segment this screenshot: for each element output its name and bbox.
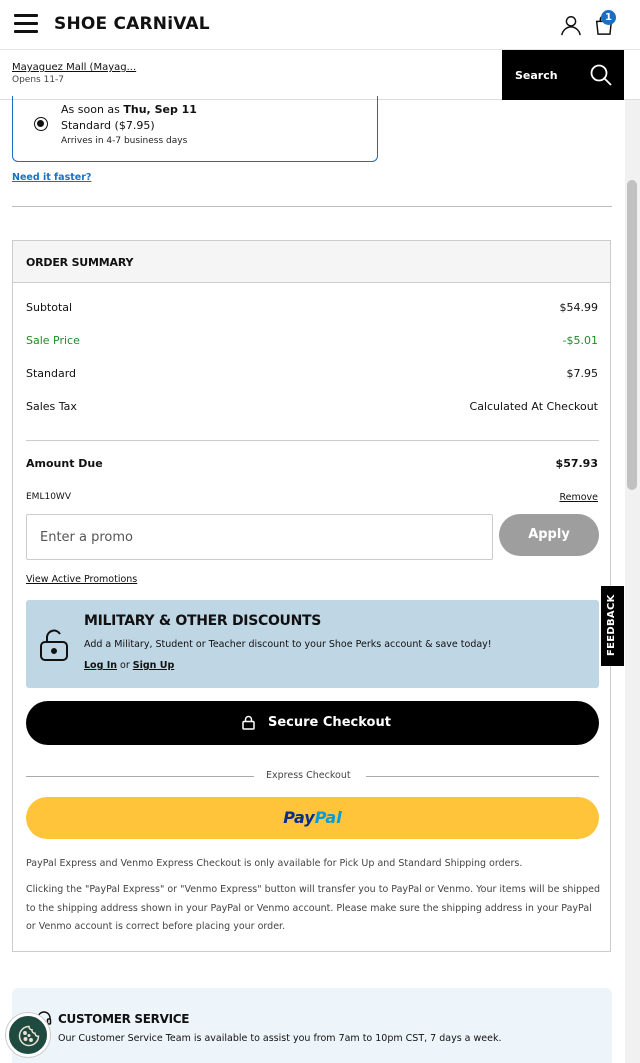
delivery-prefix: As soon as (61, 103, 124, 116)
shipping-option-standard[interactable]: As soon as Thu, Sep 11 Standard ($7.95) … (12, 96, 378, 162)
apply-promo-button[interactable]: Apply (499, 514, 599, 556)
express-availability-note: PayPal Express and Venmo Express Checkou… (26, 858, 523, 869)
paypal-logo-pal: Pal (314, 808, 342, 827)
search-icon (590, 64, 612, 86)
express-checkout-label: Express Checkout (266, 770, 351, 781)
shipping-radio-selected[interactable] (34, 117, 48, 131)
order-summary: ORDER SUMMARY Subtotal $54.99 Sale Price… (12, 240, 611, 952)
search-label: Search (515, 69, 558, 82)
sale-price-value: -$5.01 (562, 334, 598, 347)
site-logo[interactable]: SHOE CARNiVAL (54, 14, 210, 34)
need-faster-link[interactable]: Need it faster? (12, 172, 91, 183)
shipping-method: Standard ($7.95) (61, 119, 155, 132)
applied-promo-code: EML10WV (26, 492, 71, 502)
shipping-cost-label: Standard (26, 367, 77, 380)
delivery-date: Thu, Sep 11 (123, 103, 197, 116)
sales-tax-label: Sales Tax (26, 400, 77, 413)
divider (26, 776, 254, 777)
cookie-icon (18, 1025, 40, 1047)
shipping-cost-value: $7.95 (566, 367, 599, 380)
top-header: SHOE CARNiVAL 1 (0, 0, 640, 50)
military-description: Add a Military, Student or Teacher disco… (84, 639, 492, 650)
divider (366, 776, 599, 777)
shipping-arrival-note: Arrives in 4-7 business days (61, 136, 188, 146)
sale-price-label: Sale Price (26, 334, 80, 347)
order-summary-header: ORDER SUMMARY (13, 241, 610, 283)
or-text: or (117, 660, 133, 671)
login-link[interactable]: Log In (84, 660, 117, 671)
delivery-estimate: As soon as Thu, Sep 11 (61, 103, 197, 116)
customer-service-text: Our Customer Service Team is available t… (58, 1033, 502, 1044)
unlock-icon (40, 629, 68, 661)
view-active-promotions-link[interactable]: View Active Promotions (26, 574, 137, 585)
feedback-label: FEEDBACK (606, 594, 617, 656)
cart-count-badge: 1 (601, 10, 616, 25)
feedback-tab[interactable]: FEEDBACK (601, 586, 624, 666)
scrollbar-thumb[interactable] (627, 180, 637, 490)
account-icon[interactable] (560, 14, 582, 36)
signup-link[interactable]: Sign Up (133, 660, 174, 671)
search-button[interactable]: Search (502, 50, 624, 100)
military-title: MILITARY & OTHER DISCOUNTS (84, 613, 322, 629)
military-discount-panel: MILITARY & OTHER DISCOUNTS Add a Militar… (26, 600, 599, 688)
subtotal-label: Subtotal (26, 301, 73, 314)
secure-checkout-label: Secure Checkout (268, 715, 391, 730)
store-hours: Opens 11-7 (12, 75, 65, 85)
amount-due-value: $57.93 (555, 457, 598, 470)
divider (12, 206, 612, 207)
military-auth-links: Log In or Sign Up (84, 660, 174, 671)
sales-tax-value: Calculated At Checkout (469, 400, 598, 413)
summary-divider (26, 440, 599, 441)
express-transfer-note: Clicking the "PayPal Express" or "Venmo … (26, 884, 600, 932)
secure-checkout-button[interactable]: Secure Checkout (26, 701, 599, 745)
customer-service-panel: CUSTOMER SERVICE Our Customer Service Te… (12, 988, 612, 1063)
subtotal-value: $54.99 (559, 301, 599, 314)
lock-icon (242, 715, 255, 730)
cookie-preferences-button[interactable] (6, 1013, 50, 1057)
store-name-link[interactable]: Mayaguez Mall (Mayag... (12, 62, 136, 73)
order-summary-title: ORDER SUMMARY (26, 256, 134, 269)
paypal-logo-pay: Pay (283, 808, 315, 827)
paypal-button[interactable]: PayPal (26, 797, 599, 839)
menu-icon[interactable] (14, 14, 38, 34)
customer-service-title: CUSTOMER SERVICE (58, 1012, 190, 1026)
promo-input[interactable] (26, 514, 493, 560)
remove-promo-link[interactable]: Remove (559, 492, 598, 503)
amount-due-label: Amount Due (26, 457, 103, 470)
